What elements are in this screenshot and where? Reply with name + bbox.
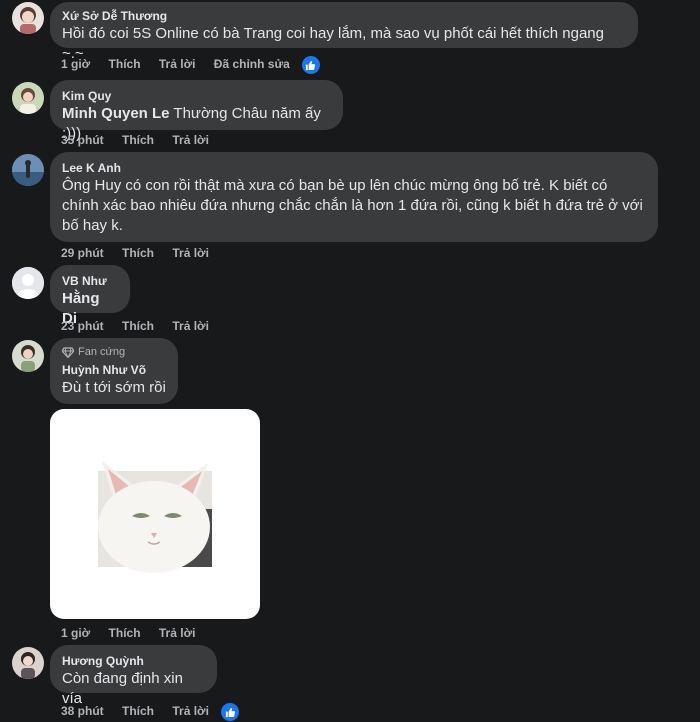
comment-bubble: VB Như Hằng Di xyxy=(50,265,130,327)
cat-sticker-image xyxy=(98,461,212,573)
reply-button[interactable]: Trả lời xyxy=(172,319,209,333)
comment-bubble: Xứ Sở Dễ Thương Hồi đó coi 5S Online có … xyxy=(50,2,638,62)
like-button[interactable]: Thích xyxy=(109,57,141,71)
edited-label[interactable]: Đã chỉnh sửa xyxy=(214,57,290,71)
like-button[interactable]: Thích xyxy=(122,133,154,147)
comment-actions: 23 phút Thích Trả lời xyxy=(61,318,224,334)
like-button[interactable]: Thích xyxy=(122,704,154,718)
comment-bubble: Kim Quy Minh Quyen Le Thường Châu năm ấy… xyxy=(50,80,343,142)
avatar[interactable] xyxy=(12,647,44,679)
comment-author[interactable]: Kim Quy xyxy=(62,88,331,104)
comment-time[interactable]: 38 phút xyxy=(61,704,104,718)
comment-bubble: Fan cứng Huỳnh Như Võ Đù t tới sớm rồi xyxy=(50,338,178,404)
comment-author[interactable]: Huỳnh Như Võ xyxy=(62,362,166,378)
avatar[interactable] xyxy=(12,82,44,114)
comment-text-line: bố hay k. xyxy=(62,217,123,234)
comment-time[interactable]: 1 giờ xyxy=(61,626,90,640)
comment-time[interactable]: 23 phút xyxy=(61,319,104,333)
like-button[interactable]: Thích xyxy=(122,319,154,333)
comment-actions: 38 phút Thích Trả lời xyxy=(61,703,254,721)
avatar-image xyxy=(12,340,44,372)
avatar-image xyxy=(12,154,44,186)
comment-actions: 1 giờ Thích Trả lời Đã chỉnh sửa 2 xyxy=(61,56,335,74)
reply-button[interactable]: Trả lời xyxy=(159,626,196,640)
avatar[interactable] xyxy=(12,2,44,34)
reply-button[interactable]: Trả lời xyxy=(172,704,209,718)
thumbs-up-icon[interactable] xyxy=(221,703,240,721)
avatar[interactable] xyxy=(12,340,44,372)
comment-text-line: Ông Huy có con rồi thật mà xưa có bạn bè… xyxy=(62,177,608,194)
diamond-icon xyxy=(62,346,74,358)
comment-text-line: chính xác bao nhiêu đứa nhưng chắc chắn … xyxy=(62,197,643,214)
fan-badge[interactable]: Fan cứng xyxy=(62,345,166,359)
like-button[interactable]: Thích xyxy=(109,626,141,640)
avatar-image xyxy=(12,2,44,34)
avatar[interactable] xyxy=(12,154,44,186)
comment-actions: 1 giờ Thích Trả lời xyxy=(61,625,210,641)
comment-author[interactable]: Lee K Anh xyxy=(62,160,646,176)
comment-author[interactable]: Hương Quỳnh xyxy=(62,653,205,669)
avatar-image xyxy=(12,82,44,114)
default-avatar-icon[interactable] xyxy=(12,267,44,299)
comment-time[interactable]: 29 phút xyxy=(61,246,104,260)
comment-bubble: Lee K Anh Ông Huy có con rồi thật mà xưa… xyxy=(50,152,658,242)
cat-sticker[interactable] xyxy=(50,409,260,619)
thumbs-up-icon[interactable] xyxy=(301,56,320,74)
comment-author[interactable]: VB Như xyxy=(62,273,118,289)
like-button[interactable]: Thích xyxy=(122,246,154,260)
avatar-image xyxy=(12,647,44,679)
reply-button[interactable]: Trả lời xyxy=(172,133,209,147)
comment-time[interactable]: 35 phút xyxy=(61,133,104,147)
comment-bubble: Hương Quỳnh Còn đang định xin vía xyxy=(50,645,217,707)
comment-author[interactable]: Xứ Sở Dễ Thương xyxy=(62,8,626,24)
comment-actions: 29 phút Thích Trả lời xyxy=(61,245,224,261)
reply-button[interactable]: Trả lời xyxy=(172,246,209,260)
comment-actions: 35 phút Thích Trả lời xyxy=(61,132,224,148)
comment-time[interactable]: 1 giờ xyxy=(61,57,90,71)
mention-link[interactable]: Minh Quyen Le xyxy=(62,105,170,122)
fan-badge-label: Fan cứng xyxy=(78,346,126,358)
comment-text: Đù t tới sớm rồi xyxy=(62,379,166,396)
reply-button[interactable]: Trả lời xyxy=(159,57,196,71)
